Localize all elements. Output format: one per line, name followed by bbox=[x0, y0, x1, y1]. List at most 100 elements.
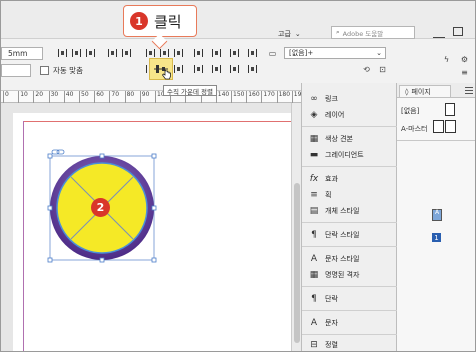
auto-fit-checkbox[interactable] bbox=[40, 66, 49, 75]
distribute-top-icon[interactable] bbox=[193, 48, 204, 58]
search-icon: ⌕ bbox=[336, 28, 340, 36]
panel-item-links[interactable]: ∞ 링크 bbox=[308, 92, 338, 106]
panel-menu-icon[interactable]: ≡ bbox=[459, 67, 470, 77]
panel-item-label: 효과 bbox=[325, 175, 338, 183]
ruler-tick-label: 10 bbox=[18, 91, 28, 103]
panel-divider bbox=[302, 246, 398, 247]
maximize-button[interactable] bbox=[453, 27, 463, 36]
second-size-input[interactable] bbox=[1, 64, 31, 77]
page-number-label: 1 bbox=[432, 233, 441, 242]
menu-bar: 고급 ⌄ ⌕ Adobe 도움말 bbox=[1, 1, 475, 39]
workspace-switcher[interactable]: 고급 ⌄ bbox=[278, 28, 322, 39]
help-search-placeholder: Adobe 도움말 bbox=[342, 29, 384, 38]
canvas-vertical-scrollbar[interactable] bbox=[291, 103, 301, 351]
chevron-down-icon: ⌄ bbox=[376, 49, 382, 57]
panel-item-paragraph-styles[interactable]: ¶ 단락 스타일 bbox=[308, 228, 359, 242]
panel-menu-icon[interactable] bbox=[465, 87, 473, 94]
object-style-value: [없음]+ bbox=[289, 49, 314, 57]
minimize-button[interactable] bbox=[433, 28, 445, 38]
step-1-badge: 1 bbox=[130, 12, 148, 30]
clear-override-icon[interactable]: ⊡ bbox=[377, 64, 388, 74]
distribute-row2-b-icon[interactable] bbox=[211, 64, 222, 74]
chevron-down-icon: ⌄ bbox=[294, 29, 301, 38]
panel-item-effects[interactable]: fx 효과 bbox=[308, 172, 338, 186]
a-master-label: A-마스터 bbox=[401, 125, 428, 133]
ruler-tick-label: 180 bbox=[276, 91, 290, 103]
object-style-icon: ▤ bbox=[309, 206, 319, 216]
panel-item-stroke[interactable]: ≡ 획 bbox=[308, 188, 331, 202]
size-input[interactable]: 5mm bbox=[1, 47, 43, 60]
panel-item-swatches[interactable]: ▦ 색상 견본 bbox=[308, 132, 353, 146]
align-bottom-edges-icon[interactable] bbox=[173, 48, 184, 58]
pages-tab-label: 페이지 bbox=[411, 87, 431, 96]
ruler-tick-label: 20 bbox=[33, 91, 43, 103]
distribute-row2-c-icon[interactable] bbox=[229, 64, 240, 74]
align-vertical-centers-button[interactable] bbox=[149, 58, 173, 80]
distribute-vcenter-icon[interactable] bbox=[211, 48, 222, 58]
chevron-icon: ◊ bbox=[405, 87, 409, 96]
frame-fitting-icon[interactable]: ▭ bbox=[267, 48, 278, 58]
link-icon: ∞ bbox=[310, 94, 318, 104]
ruler-tick-label: 160 bbox=[246, 91, 260, 103]
panel-item-label: 단락 스타일 bbox=[325, 231, 360, 239]
panel-item-gradient[interactable]: ▬ 그레이디언트 bbox=[308, 148, 364, 162]
none-master-thumbnail[interactable] bbox=[445, 103, 455, 116]
object-style-select[interactable]: [없음]+ ⌄ bbox=[284, 47, 386, 59]
panel-item-object-styles[interactable]: ▤ 개체 스타일 bbox=[308, 204, 360, 218]
align-bottom-icon[interactable] bbox=[173, 64, 184, 74]
step-2-badge: 2 bbox=[91, 198, 110, 217]
panel-item-named-grids[interactable]: ▦ 명명된 격자 bbox=[308, 268, 360, 282]
panel-item-label: 단락 bbox=[325, 295, 338, 303]
align-right-edges-icon[interactable] bbox=[85, 48, 96, 58]
ruler-tick-label: 150 bbox=[231, 91, 244, 103]
ruler-tick-label: 80 bbox=[124, 91, 134, 103]
distribute-row2-d-icon[interactable] bbox=[247, 64, 258, 74]
ruler-tick-label: 30 bbox=[48, 91, 58, 103]
tab-pages[interactable]: ◊ 페이지 bbox=[399, 85, 451, 97]
link-chain-icon[interactable] bbox=[51, 149, 65, 155]
distribute-icon[interactable] bbox=[107, 48, 118, 58]
pages-divider bbox=[397, 140, 475, 141]
none-master-label: [없음] bbox=[401, 107, 420, 115]
lightning-icon[interactable]: ϟ bbox=[441, 54, 452, 64]
ruler-tick-label: 170 bbox=[261, 91, 275, 103]
distribute-centers-icon[interactable] bbox=[121, 48, 132, 58]
panel-item-character-styles[interactable]: A 문자 스타일 bbox=[308, 252, 360, 266]
distribute-hspace-icon[interactable] bbox=[247, 48, 258, 58]
scrollbar-thumb[interactable] bbox=[294, 183, 300, 343]
horizontal-ruler: 0102030405060708090100110120130140150160… bbox=[1, 91, 305, 103]
align-horizontal-centers-icon[interactable] bbox=[71, 48, 82, 58]
step-1-text: 클릭 bbox=[154, 12, 182, 31]
panel-item-paragraph[interactable]: ¶ 단락 bbox=[308, 292, 338, 306]
page-1-thumbnail[interactable] bbox=[432, 209, 442, 221]
panel-item-label: 개체 스타일 bbox=[325, 207, 360, 215]
panel-item-character[interactable]: A 문자 bbox=[308, 316, 338, 330]
panel-item-label: 문자 bbox=[325, 319, 338, 327]
gradient-icon: ▬ bbox=[309, 150, 319, 160]
paragraph-style-icon: ¶ bbox=[311, 230, 317, 240]
ruler-tick-label: 40 bbox=[63, 91, 73, 103]
panel-divider bbox=[302, 126, 398, 127]
align-vertical-centers-top-icon[interactable] bbox=[159, 48, 170, 58]
ruler-tick-label: 50 bbox=[79, 91, 89, 103]
settings-gear-icon[interactable]: ⚙ bbox=[459, 54, 470, 64]
a-master-thumb-right[interactable] bbox=[445, 120, 456, 133]
size-value: 5mm bbox=[8, 49, 28, 58]
align-left-edges-icon[interactable] bbox=[57, 48, 68, 58]
link-arrows-icon[interactable]: ⟲ bbox=[361, 64, 372, 74]
auto-fit-label: 자동 맞춤 bbox=[53, 66, 83, 75]
character-style-icon: A bbox=[310, 254, 318, 264]
align-top-edges-icon[interactable] bbox=[145, 48, 156, 58]
a-master-thumb-left[interactable] bbox=[433, 120, 444, 133]
tooltip: 수직 가운데 정렬 bbox=[163, 85, 217, 96]
distribute-bottom-icon[interactable] bbox=[229, 48, 240, 58]
hand-cursor-icon bbox=[162, 69, 171, 80]
fx-icon: fx bbox=[309, 174, 319, 184]
panel-item-layers[interactable]: ◈ 레이어 bbox=[308, 108, 345, 122]
distribute-row2-a-icon[interactable] bbox=[193, 64, 204, 74]
workspace-label: 고급 bbox=[278, 29, 291, 38]
panel-item-align[interactable]: ⊟ 정렬 bbox=[308, 338, 338, 351]
ruler-tick-label: 60 bbox=[94, 91, 104, 103]
panel-item-label: 정렬 bbox=[325, 341, 338, 349]
help-search-input[interactable]: ⌕ Adobe 도움말 bbox=[331, 26, 415, 39]
